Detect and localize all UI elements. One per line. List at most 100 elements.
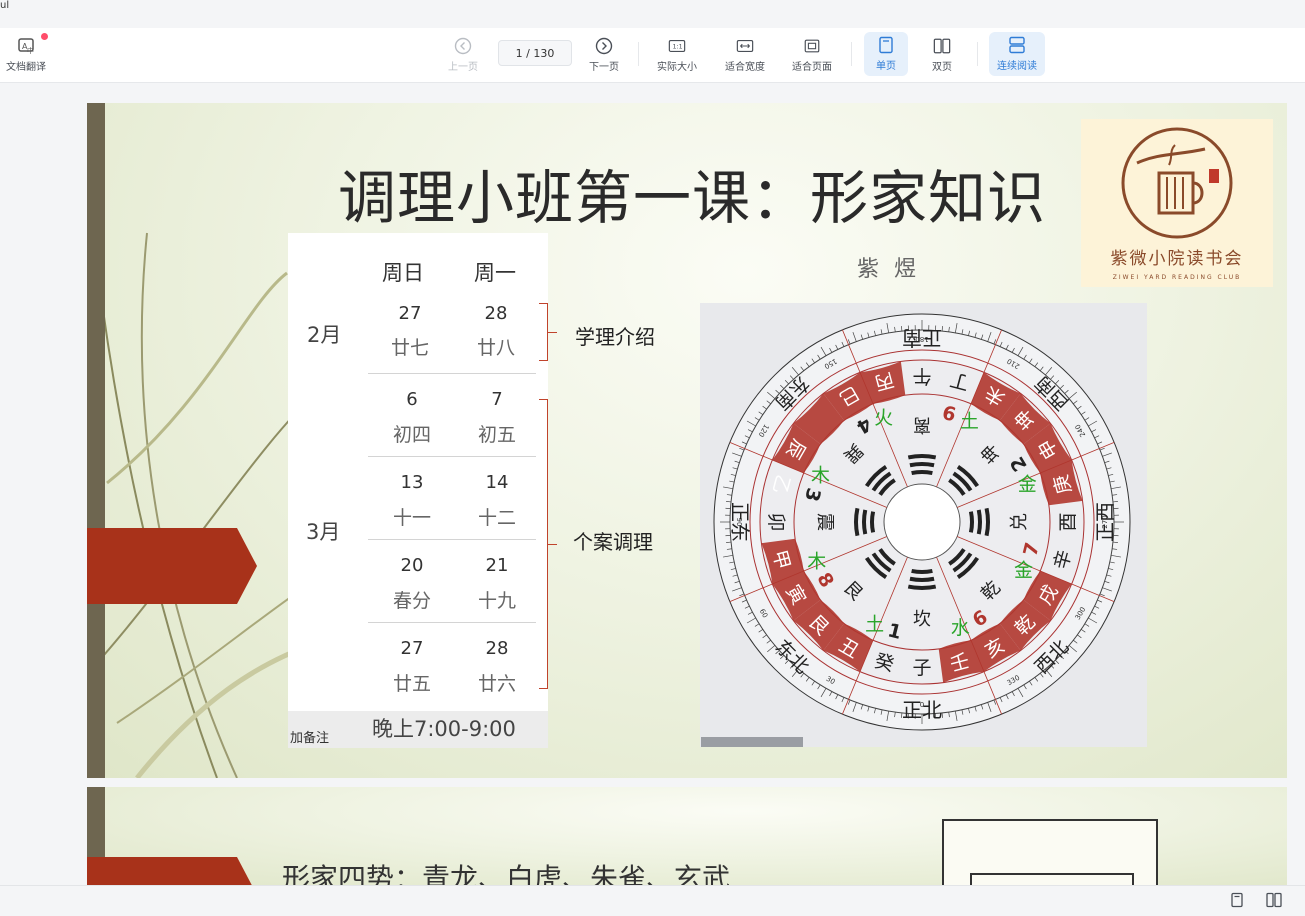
element-label: 土: [865, 614, 884, 636]
trigram-bar: [908, 456, 935, 457]
prev-page-button[interactable]: 上一页: [440, 28, 486, 82]
element-label: 木: [811, 465, 830, 487]
fit-page-button[interactable]: 适合页面: [785, 28, 839, 82]
single-page-label: 单页: [876, 57, 896, 72]
calendar-lunar: 初五: [467, 420, 527, 447]
slide-2-title: 形家四势：青龙、白虎、朱雀、玄武: [282, 857, 730, 885]
logo-subtext: ZIWEI YARD READING CLUB: [1081, 274, 1273, 281]
element-label: 木: [807, 550, 826, 572]
continuous-reading-icon: [1008, 36, 1026, 54]
translate-icon: A中: [17, 37, 35, 55]
actual-size-icon-text: 1:1: [673, 44, 683, 51]
luopan-compass: 0306090120150180210240270300330 正南 正北 正东…: [700, 303, 1147, 747]
slide-title: 调理小班第一课：形家知识: [267, 151, 1117, 235]
ring-character: 酉: [1057, 512, 1079, 531]
calendar-day: 14: [467, 472, 527, 493]
window-corner-label: ul: [0, 0, 9, 11]
calendar-lunar: 十二: [467, 503, 527, 530]
fit-page-icon: [803, 37, 821, 55]
calendar-day: 13: [382, 472, 442, 493]
ring-character: 卯: [765, 512, 787, 531]
element-label: 水: [951, 617, 970, 639]
calendar-lunar: 十一: [382, 503, 442, 530]
trigram-bar: [872, 512, 873, 533]
element-label: 金: [1014, 559, 1033, 581]
house-diagram: [942, 819, 1158, 885]
trigram-name: 震: [814, 513, 835, 531]
calendar-lunar: 廿七: [380, 333, 440, 360]
calendar-lunar: 十九: [467, 586, 527, 613]
add-note-link[interactable]: 加备注: [290, 727, 329, 746]
calendar-day: 7: [467, 389, 527, 410]
calendar-lunar: 廿六: [467, 669, 527, 696]
trigram-bar: [856, 508, 857, 535]
club-logo: 紫微小院读书会 ZIWEI YARD READING CLUB: [1081, 119, 1273, 287]
calendar-day: 28: [466, 303, 526, 324]
compass-title: 紫 煜: [857, 251, 920, 283]
ring-character: 午: [912, 365, 931, 387]
brace-label-theory: 学理介绍: [575, 321, 655, 350]
calendar-lunar: 春分: [382, 586, 442, 613]
calendar-row-divider: [368, 622, 536, 623]
double-page-view-icon[interactable]: [1266, 892, 1282, 908]
trigram-name: 兑: [1009, 513, 1030, 531]
calendar-day: 20: [382, 555, 442, 576]
next-page-button[interactable]: 下一页: [581, 28, 627, 82]
trigram-bar: [971, 512, 972, 533]
trigram-bar: [908, 587, 935, 588]
schedule-calendar: 周日 周一 2月 3月 27 廿七 28 廿八 6 初四 7 初五 13 十一 …: [288, 233, 548, 713]
actual-size-button[interactable]: 1:1 实际大小: [650, 28, 704, 82]
single-page-view-icon[interactable]: [1229, 892, 1245, 908]
trigram-bar: [910, 464, 934, 465]
trigram-name: 离: [913, 414, 931, 435]
svg-text:中: 中: [27, 46, 34, 55]
calendar-lunar: 廿五: [382, 669, 442, 696]
chevron-left-circle-icon: [454, 37, 472, 55]
status-bar: [0, 885, 1305, 916]
calendar-row-divider: [368, 456, 536, 457]
continuous-reading-button[interactable]: 连续阅读: [989, 32, 1045, 76]
slide-page-2: 形家四势：青龙、白虎、朱雀、玄武: [87, 787, 1287, 885]
calendar-day: 6: [382, 389, 442, 410]
brace-cases: [539, 399, 548, 689]
calendar-day: 27: [382, 638, 442, 659]
double-page-label: 双页: [932, 58, 952, 73]
single-page-icon: [877, 36, 895, 54]
fit-width-label: 适合宽度: [725, 58, 765, 73]
double-page-icon: [933, 37, 951, 55]
calendar-row-divider: [368, 373, 536, 374]
fit-width-icon: [736, 37, 754, 55]
trigram-bar: [912, 571, 933, 572]
element-label: 火: [874, 407, 893, 429]
logo-text: 紫微小院读书会: [1081, 244, 1273, 269]
prev-page-label: 上一页: [448, 58, 478, 73]
direction-north: 正北: [902, 698, 942, 722]
reader-toolbar: A中 文档翻译 上一页 1 / 130 下一页 1:1 实际大小 适合宽度 适: [0, 28, 1305, 83]
slide-page-1: 调理小班第一课：形家知识 紫微小院读书会 ZIWEI YARD READING …: [87, 103, 1287, 778]
continuous-reading-label: 连续阅读: [997, 57, 1037, 72]
actual-size-label: 实际大小: [657, 58, 697, 73]
class-time: 晚上7:00-9:00: [372, 713, 516, 743]
toolbar-divider: [977, 42, 978, 66]
toolbar-divider: [851, 42, 852, 66]
trigram-bar: [864, 510, 865, 534]
toolbar-divider: [638, 42, 639, 66]
direction-east: 正东: [728, 502, 752, 542]
double-page-button[interactable]: 双页: [920, 28, 964, 82]
chevron-right-circle-icon: [595, 37, 613, 55]
notification-dot: [41, 33, 48, 40]
single-page-button[interactable]: 单页: [864, 32, 908, 76]
brace-label-cases: 个案调理: [573, 526, 653, 555]
fit-page-label: 适合页面: [792, 58, 832, 73]
fit-width-button[interactable]: 适合宽度: [718, 28, 772, 82]
calendar-month-mar: 3月: [306, 516, 340, 546]
page-indicator-input[interactable]: 1 / 130: [498, 40, 572, 66]
next-page-label: 下一页: [589, 58, 619, 73]
translate-button[interactable]: A中 文档翻译: [0, 28, 52, 82]
calendar-month-feb: 2月: [307, 319, 341, 349]
slide-red-tab: [87, 857, 257, 885]
direction-west: 正西: [1093, 502, 1117, 542]
trigram-bar: [979, 510, 980, 534]
house-diagram-inner: [970, 873, 1134, 885]
calendar-day: 27: [380, 303, 440, 324]
